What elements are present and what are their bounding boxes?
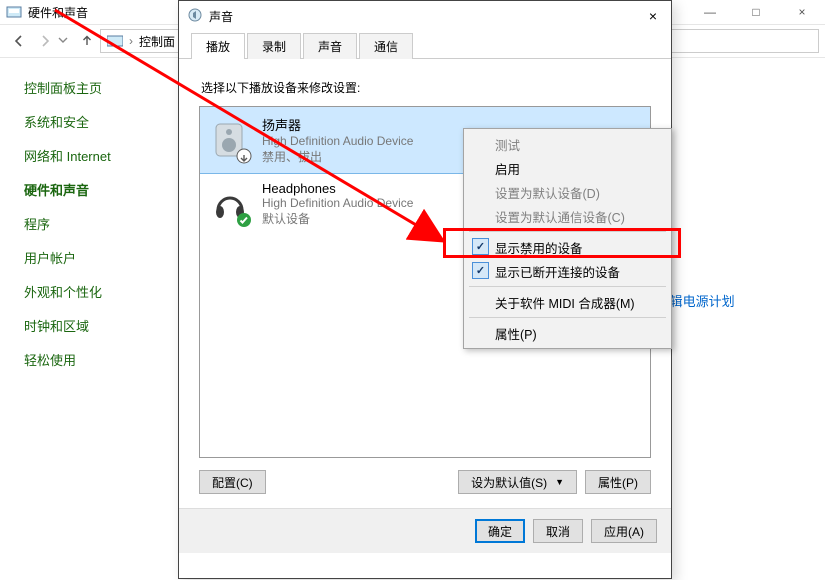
sd-close-button[interactable]: ×: [643, 8, 663, 24]
sd-button-row: 配置(C) 设为默认值(S) ▼ 属性(P): [199, 458, 651, 500]
tab-communications[interactable]: 通信: [359, 33, 413, 59]
address-bar-icon: [107, 34, 123, 48]
ok-button[interactable]: 确定: [475, 519, 525, 543]
set-default-button[interactable]: 设为默认值(S) ▼: [458, 470, 577, 494]
nav-forward[interactable]: [32, 28, 58, 54]
breadcrumb-sep: ›: [129, 34, 133, 48]
properties-button[interactable]: 属性(P): [585, 470, 651, 494]
sd-footer: 确定 取消 应用(A): [179, 508, 671, 553]
sidebar-item-6[interactable]: 时钟和区域: [24, 316, 150, 335]
ctx-separator: [469, 231, 666, 232]
check-icon: ✓: [472, 238, 489, 255]
close-button[interactable]: ×: [779, 0, 825, 24]
chevron-down-icon: ▼: [555, 477, 564, 487]
sd-tabs: 播放 录制 声音 通信: [179, 31, 671, 59]
sd-titlebar[interactable]: 声音 ×: [179, 1, 671, 31]
ctx-set-default-comm: 设置为默认通信设备(C): [467, 204, 668, 228]
device-name: 扬声器: [262, 115, 413, 134]
ctx-separator: [469, 286, 666, 287]
speaker-icon: [210, 118, 250, 162]
cp-sidebar: 控制面板主页 系统和安全 网络和 Internet 硬件和声音 程序 用户帐户 …: [0, 58, 160, 580]
sidebar-header[interactable]: 控制面板主页: [24, 78, 150, 97]
minimize-button[interactable]: —: [687, 0, 733, 24]
control-panel-icon: [6, 4, 22, 20]
sidebar-item-0[interactable]: 系统和安全: [24, 112, 150, 131]
apply-button[interactable]: 应用(A): [591, 519, 657, 543]
sidebar-item-1[interactable]: 网络和 Internet: [24, 146, 150, 165]
tab-sounds[interactable]: 声音: [303, 33, 357, 59]
tab-playback[interactable]: 播放: [191, 33, 245, 59]
ctx-separator: [469, 317, 666, 318]
device-status: 默认设备: [262, 210, 413, 227]
device-name: Headphones: [262, 181, 413, 196]
sidebar-item-7[interactable]: 轻松使用: [24, 350, 150, 369]
ctx-show-disabled[interactable]: ✓ 显示禁用的设备: [467, 235, 668, 259]
sidebar-item-4[interactable]: 用户帐户: [24, 248, 150, 267]
ctx-properties[interactable]: 属性(P): [467, 321, 668, 345]
configure-button[interactable]: 配置(C): [199, 470, 266, 494]
device-subtitle: High Definition Audio Device: [262, 196, 413, 210]
sd-title: 声音: [209, 8, 233, 25]
breadcrumb: 控制面: [139, 33, 175, 50]
ctx-about-midi[interactable]: 关于软件 MIDI 合成器(M): [467, 290, 668, 314]
context-menu: 测试 启用 设置为默认设备(D) 设置为默认通信设备(C) ✓ 显示禁用的设备 …: [463, 128, 672, 349]
sd-instruction: 选择以下播放设备来修改设置:: [201, 79, 651, 96]
sound-dialog-icon: [187, 7, 203, 26]
cp-title: 硬件和声音: [28, 4, 88, 21]
tab-recording[interactable]: 录制: [247, 33, 301, 59]
sidebar-item-5[interactable]: 外观和个性化: [24, 282, 150, 301]
nav-back[interactable]: [6, 28, 32, 54]
check-icon: ✓: [472, 262, 489, 279]
device-subtitle: High Definition Audio Device: [262, 134, 413, 148]
ctx-enable[interactable]: 启用: [467, 156, 668, 180]
device-status: 禁用、拔出: [262, 148, 413, 165]
ctx-test: 测试: [467, 132, 668, 156]
cp-window-buttons: — □ ×: [687, 0, 825, 24]
sidebar-item-2[interactable]: 硬件和声音: [24, 180, 150, 199]
nav-history-dropdown[interactable]: [58, 34, 74, 48]
ctx-show-disconnected[interactable]: ✓ 显示已断开连接的设备: [467, 259, 668, 283]
maximize-button[interactable]: □: [733, 0, 779, 24]
ctx-set-default: 设置为默认设备(D): [467, 180, 668, 204]
sidebar-item-3[interactable]: 程序: [24, 214, 150, 233]
headphones-icon: [210, 182, 250, 226]
cancel-button[interactable]: 取消: [533, 519, 583, 543]
nav-up[interactable]: [74, 28, 100, 54]
